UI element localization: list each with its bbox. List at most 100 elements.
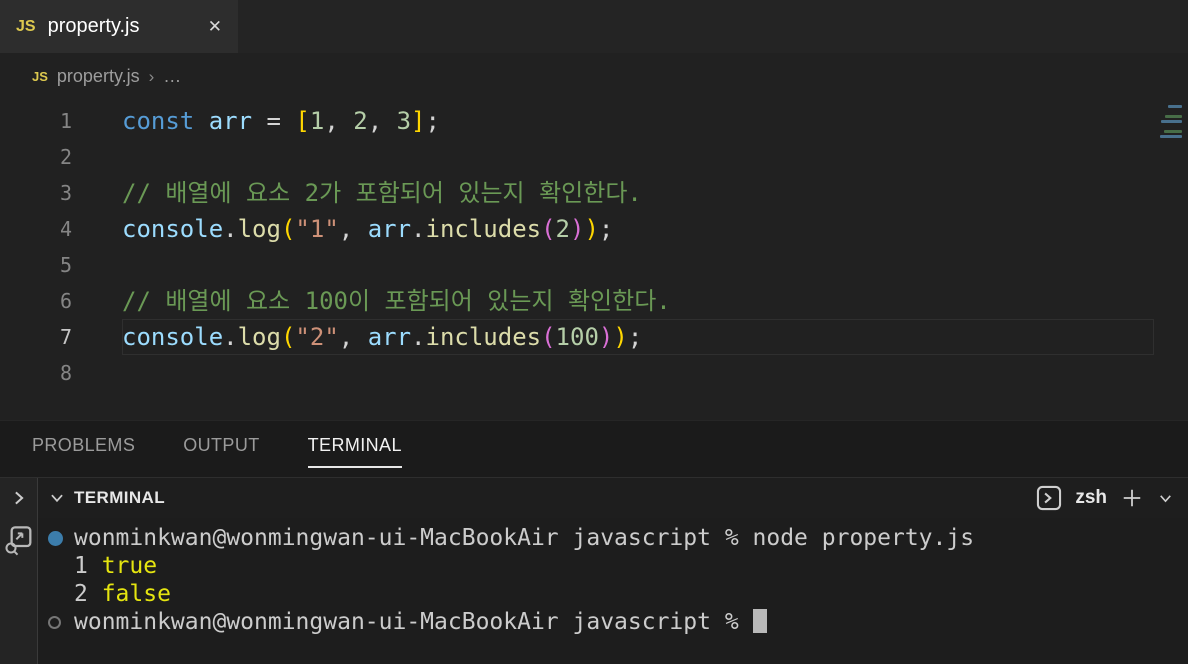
editor-tab-bar: JS property.js ✕ [0,0,1188,53]
terminal-text-segment: 2 [74,581,102,607]
code-token: log [237,323,281,351]
line-number: 4 [59,217,72,241]
command-pending-decoration-icon[interactable] [48,615,61,629]
line-number: 6 [59,289,72,313]
terminal-text-segment: wonminkwan@wonmingwan-ui-MacBookAir java… [74,525,975,551]
terminal-text-segment: false [101,581,171,607]
code-token: ; [425,107,440,135]
minimap-line [1168,105,1182,108]
code-line-text: const arr = [1, 2, 3]; [122,103,1154,139]
code-token: console [122,323,224,351]
code-token: ; [627,323,643,351]
code-line-text [122,355,1154,391]
code-token: 1 [309,107,325,135]
code-token: arr [208,107,253,135]
code-line[interactable]: 4 console.log("1", arr.includes(2)); [0,211,1188,247]
code-token: 100 [555,323,599,351]
code-token: arr [367,215,412,243]
terminal-header-main: TERMINAL zsh [38,478,1188,518]
code-token: arr [367,323,412,351]
shell-name[interactable]: zsh [1075,487,1107,509]
minimap[interactable] [1152,103,1186,223]
code-token: ) [598,323,614,351]
terminal-panel: wonminkwan@wonmingwan-ui-MacBookAir java… [0,518,1188,664]
code-token: . [411,215,426,243]
code-line[interactable]: 5 [0,247,1188,283]
command-decoration-gutter [38,580,74,608]
command-decoration-gutter [38,552,74,580]
code-line-text [122,139,1154,175]
code-line[interactable]: 7 console.log("2", arr.includes(100)); [0,319,1188,355]
line-number: 1 [59,109,72,133]
chevron-down-icon[interactable] [48,489,66,507]
terminal-text: 2 false [74,580,171,608]
chevron-right-icon: › [148,66,155,86]
code-token: 3 [396,107,412,135]
terminal-text-segment: 1 [74,553,102,579]
code-token: // 배열에 요소 2가 포함되어 있는지 확인한다. [122,179,642,207]
code-token: ) [584,215,599,243]
code-lines: 1 const arr = [1, 2, 3]; 2 3// 배열에 요소 2가 포함… [0,103,1188,391]
terminal-text: wonminkwan@wonmingwan-ui-MacBookAir java… [74,608,767,636]
tab-title: property.js [47,15,140,37]
code-token: ( [541,215,556,243]
minimap-line [1160,135,1182,138]
code-line-text: console.log("2", arr.includes(100)); [122,319,1154,355]
line-number: 3 [59,181,72,205]
code-token: console [122,215,224,243]
terminal-actions: zsh [1036,485,1174,511]
tab-terminal[interactable]: TERMINAL [307,435,402,468]
code-line-text: // 배열에 요소 100이 포함되어 있는지 확인한다. [122,283,1154,319]
code-token: , [338,215,368,243]
breadcrumb-symbols[interactable]: … [163,66,182,87]
terminal-line: wonminkwan@wonmingwan-ui-MacBookAir java… [38,608,1188,636]
code-line[interactable]: 3 // 배열에 요소 2가 포함되어 있는지 확인한다. [0,175,1188,211]
tab-output[interactable]: OUTPUT [183,435,259,468]
tab-problems[interactable]: PROBLEMS [32,435,135,468]
close-tab-icon[interactable]: ✕ [208,18,222,35]
command-decoration-gutter [38,524,74,552]
code-token: ( [280,215,296,243]
code-token: includes [425,215,542,243]
code-token: // 배열에 요소 100이 포함되어 있는지 확인한다. [122,287,671,315]
code-token: ) [570,215,585,243]
line-number: 7 [59,325,72,349]
terminal-line: 2 false [38,580,1188,608]
code-token: , [324,107,354,135]
chevron-right-icon[interactable] [9,488,29,508]
line-number: 5 [59,253,72,277]
code-token: , [338,323,368,351]
code-line[interactable]: 8 [0,355,1188,391]
open-editor-search-icon[interactable] [3,522,35,558]
code-token: , [367,107,397,135]
breadcrumb: JS property.js › … [0,53,1188,100]
terminal-text-segment: wonminkwan@wonmingwan-ui-MacBookAir java… [74,609,753,635]
terminal-line: wonminkwan@wonmingwan-ui-MacBookAir java… [38,524,1188,552]
minimap-line [1164,130,1182,133]
panel-left-strip-bottom [0,518,38,664]
code-line[interactable]: 1 const arr = [1, 2, 3]; [0,103,1188,139]
terminal-section-title: TERMINAL [74,488,166,507]
tab-property-js[interactable]: JS property.js ✕ [0,0,238,53]
terminal-text: wonminkwan@wonmingwan-ui-MacBookAir java… [74,524,974,552]
panel-left-strip [0,478,38,518]
code-line[interactable]: 2 [0,139,1188,175]
code-token: ( [280,323,296,351]
terminal-output[interactable]: wonminkwan@wonmingwan-ui-MacBookAir java… [38,518,1188,664]
line-number: 2 [59,145,72,169]
terminal-dropdown-icon[interactable] [1157,490,1174,507]
breadcrumb-file[interactable]: property.js [57,66,140,87]
new-terminal-icon[interactable] [1120,486,1144,510]
code-token: [ [295,107,310,135]
code-token: 2 [353,107,368,135]
code-line-text [122,247,1154,283]
code-line[interactable]: 6 // 배열에 요소 100이 포함되어 있는지 확인한다. [0,283,1188,319]
code-editor[interactable]: 1 const arr = [1, 2, 3]; 2 3// 배열에 요소 2가 포함… [0,100,1188,420]
terminal-panel-header: TERMINAL zsh [0,477,1188,518]
command-run-decoration-icon[interactable] [48,530,63,546]
minimap-line [1165,115,1182,118]
js-file-icon: JS [16,17,36,35]
code-token: "2" [295,323,339,351]
line-number: 8 [59,361,72,385]
terminal-line: 1 true [38,552,1188,580]
